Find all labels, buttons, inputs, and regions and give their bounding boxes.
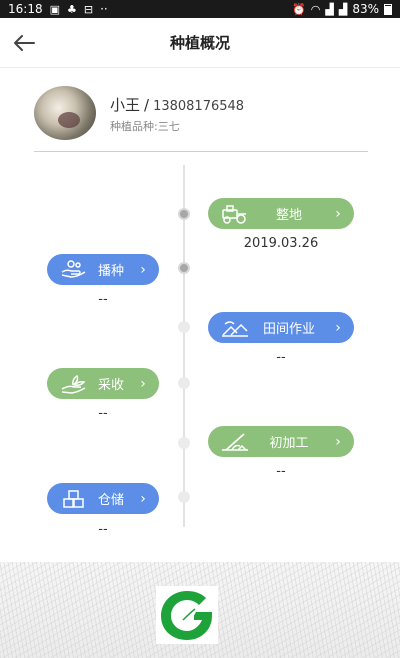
- stage-date: --: [276, 464, 286, 479]
- profile-card: 小王 / 13808176548 种植品种:三七: [34, 82, 368, 152]
- battery-percent: 83%: [352, 2, 379, 16]
- signal-icon: ▟: [325, 2, 334, 16]
- stage-label: 仓储: [97, 493, 124, 508]
- stage-date: --: [98, 292, 108, 307]
- timeline-dot: [178, 208, 190, 220]
- name-separator: /: [144, 96, 150, 114]
- stage-label: 田间作业: [262, 322, 315, 337]
- image-icon: ▣: [49, 2, 60, 16]
- timeline-dot: [178, 437, 190, 449]
- battery-icon: [384, 3, 392, 15]
- chevron-right-icon: ›: [335, 319, 341, 336]
- status-time: 16:18: [8, 2, 43, 16]
- stage-button-sowing[interactable]: 播种 ›: [47, 254, 159, 285]
- stage-label: 采收: [97, 378, 124, 393]
- stage-button-harvest[interactable]: 采收 ›: [47, 368, 159, 399]
- stage-label: 播种: [97, 264, 124, 279]
- stage-label: 初加工: [269, 436, 309, 451]
- chevron-right-icon: ›: [140, 261, 146, 278]
- chevron-right-icon: ›: [140, 375, 146, 392]
- crop-variety: 种植品种:三七: [110, 120, 180, 133]
- stage-label: 整地: [275, 208, 302, 223]
- stage-date: 2019.03.26: [243, 236, 319, 251]
- arrow-left-icon: [14, 35, 35, 51]
- harvest-icon: [61, 374, 86, 394]
- chevron-right-icon: ›: [335, 205, 341, 222]
- sowing-hand-icon: [61, 259, 86, 278]
- timeline-dot: [178, 321, 190, 333]
- alarm-icon: ⏰: [292, 2, 306, 16]
- user-phone: 13808176548: [153, 99, 245, 114]
- tractor-icon: [222, 204, 246, 224]
- wallet-icon: ⊟: [83, 2, 94, 16]
- field-work-icon: [222, 320, 248, 337]
- storage-boxes-icon: [63, 489, 84, 508]
- stage-button-storage[interactable]: 仓储 ›: [47, 483, 159, 514]
- back-button[interactable]: [10, 30, 38, 56]
- signal-icon: ▟: [338, 2, 348, 16]
- page-title: 种植概况: [169, 34, 230, 52]
- timeline-dot: [178, 491, 190, 503]
- chevron-right-icon: ›: [140, 490, 146, 507]
- processing-icon: [222, 432, 248, 451]
- status-dots: ··: [100, 2, 108, 16]
- wifi-icon: ◠: [310, 2, 321, 16]
- stage-button-field-work[interactable]: 田间作业 ›: [208, 312, 354, 343]
- header: 种植概况: [0, 18, 400, 68]
- status-bar: 16:18 ▣ ♣ ⊟ ·· ⏰ ◠ ▟ ▟ 83%: [0, 0, 400, 18]
- stage-date: --: [276, 350, 286, 365]
- stage-date: --: [98, 522, 108, 537]
- chevron-right-icon: ›: [335, 433, 341, 450]
- stage-date: --: [98, 406, 108, 421]
- avatar[interactable]: [34, 86, 96, 140]
- timeline-dot: [178, 377, 190, 389]
- stage-button-land-prep[interactable]: 整地 ›: [208, 198, 354, 229]
- stage-button-processing[interactable]: 初加工 ›: [208, 426, 354, 457]
- user-name: 小王: [110, 96, 141, 114]
- timeline-dot: [178, 262, 190, 274]
- brand-leaf-logo: [156, 586, 218, 644]
- bag-icon: ♣: [67, 2, 77, 16]
